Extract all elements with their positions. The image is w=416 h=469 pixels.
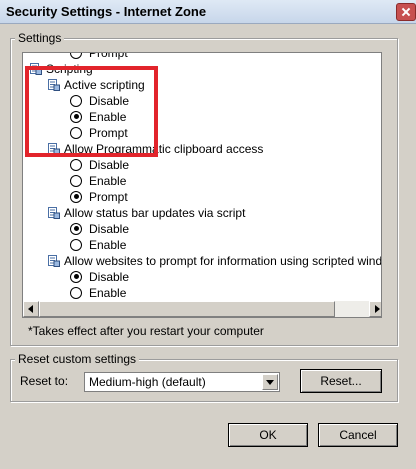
setting-option[interactable]: Enable — [70, 173, 126, 189]
arrow-right-icon — [375, 305, 380, 313]
radio-button-icon[interactable] — [70, 286, 82, 299]
setting-option[interactable]: Enable — [70, 237, 126, 253]
setting-icon — [48, 254, 60, 267]
setting-label: Disable — [89, 94, 130, 108]
reset-to-label: Reset to: — [20, 374, 69, 388]
setting-label: Enable — [89, 174, 127, 188]
setting-icon — [48, 206, 60, 219]
window-title: Security Settings - Internet Zone — [6, 4, 207, 19]
radio-button-icon[interactable] — [70, 53, 82, 59]
scroll-left-button[interactable] — [23, 301, 39, 317]
setting-heading: Allow websites to prompt for information… — [48, 253, 382, 269]
radio-button-icon[interactable] — [70, 110, 82, 123]
setting-heading: Active scripting — [48, 77, 145, 93]
setting-option[interactable]: Prompt — [70, 52, 128, 61]
close-icon[interactable] — [396, 3, 416, 21]
radio-button-icon[interactable] — [70, 190, 82, 203]
setting-label: Prompt — [89, 126, 128, 140]
radio-button-icon[interactable] — [70, 94, 82, 107]
settings-group-label: Settings — [15, 31, 65, 45]
radio-button-icon[interactable] — [70, 238, 82, 251]
title-bar: Security Settings - Internet Zone — [0, 0, 416, 24]
setting-heading: Allow Programmatic clipboard access — [48, 141, 263, 157]
setting-label: Scripting — [46, 62, 93, 76]
radio-button-icon[interactable] — [70, 270, 82, 283]
setting-label: Allow Programmatic clipboard access — [64, 142, 264, 156]
setting-label: Prompt — [89, 190, 128, 204]
setting-option[interactable]: Disable — [70, 93, 129, 109]
reset-button[interactable]: Reset... — [300, 369, 382, 393]
radio-button-icon[interactable] — [70, 222, 82, 235]
setting-option[interactable]: Enable — [70, 285, 126, 301]
radio-button-icon[interactable] — [70, 126, 82, 139]
setting-label: Active scripting — [64, 78, 145, 92]
setting-label: Allow websites to prompt for information… — [64, 254, 382, 268]
ok-button[interactable]: OK — [228, 423, 308, 447]
reset-level-select[interactable]: Medium-high (default) — [84, 372, 280, 392]
setting-label: Prompt — [89, 52, 128, 60]
setting-label: Allow status bar updates via script — [64, 206, 246, 220]
setting-label: Disable — [89, 222, 130, 236]
setting-heading: Allow status bar updates via script — [48, 205, 245, 221]
settings-category: Scripting — [30, 61, 93, 77]
scroll-right-button[interactable] — [369, 301, 381, 317]
setting-label: Enable — [89, 286, 127, 300]
setting-label: Enable — [89, 238, 127, 252]
chevron-down-icon — [266, 380, 274, 385]
cancel-button[interactable]: Cancel — [318, 423, 398, 447]
setting-option[interactable]: Disable — [70, 221, 129, 237]
restart-note: *Takes effect after you restart your com… — [28, 324, 264, 338]
setting-option[interactable]: Prompt — [70, 189, 128, 205]
setting-option[interactable]: Enable — [70, 109, 126, 125]
setting-option[interactable]: Disable — [70, 157, 129, 173]
radio-button-icon[interactable] — [70, 158, 82, 171]
reset-group-label: Reset custom settings — [15, 352, 140, 366]
setting-option[interactable]: Prompt — [70, 125, 128, 141]
settings-category-icon — [30, 62, 42, 75]
settings-list[interactable]: Prompt Scripting Active scripting Disable En… — [22, 52, 382, 318]
setting-label: Disable — [89, 158, 130, 172]
arrow-left-icon — [28, 305, 33, 313]
dropdown-button[interactable] — [262, 374, 278, 390]
setting-icon — [48, 78, 60, 91]
setting-label: Disable — [89, 270, 130, 284]
setting-option[interactable]: Disable — [70, 269, 129, 285]
radio-button-icon[interactable] — [70, 174, 82, 187]
setting-icon — [48, 142, 60, 155]
horizontal-scrollbar[interactable] — [23, 301, 381, 317]
horizontal-scroll-thumb[interactable] — [39, 301, 335, 317]
setting-label: Enable — [89, 110, 127, 124]
reset-level-value: Medium-high (default) — [89, 375, 206, 389]
